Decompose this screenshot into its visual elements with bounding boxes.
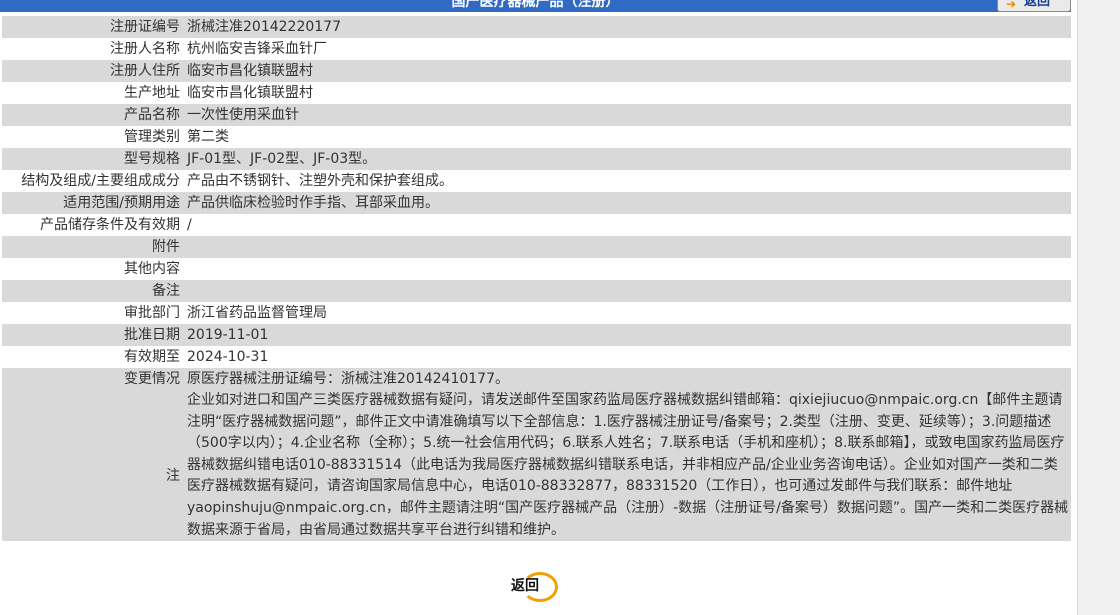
row-product-name: 产品名称 一次性使用采血针 <box>2 104 1071 126</box>
row-other: 其他内容 <box>2 258 1071 280</box>
row-value: 产品供临床检验时作手指、耳部采血用。 <box>183 192 1071 214</box>
row-value <box>183 258 1071 280</box>
row-label: 管理类别 <box>2 126 183 148</box>
row-model-spec: 型号规格 JF-01型、JF-02型、JF-03型。 <box>2 148 1071 170</box>
row-remark: 备注 <box>2 280 1071 302</box>
row-storage: 产品储存条件及有效期 / <box>2 214 1071 236</box>
page-scrollbar[interactable] <box>1077 0 1120 615</box>
row-label: 附件 <box>2 236 183 258</box>
row-production-address: 生产地址 临安市昌化镇联盟村 <box>2 82 1071 104</box>
row-registration-number: 注册证编号 浙械注准20142220177 <box>2 16 1071 38</box>
row-label: 注册人名称 <box>2 38 183 60</box>
row-intended-use: 适用范围/预期用途 产品供临床检验时作手指、耳部采血用。 <box>2 192 1071 214</box>
row-value: 产品由不锈钢针、注塑外壳和保护套组成。 <box>183 170 1071 192</box>
row-label: 产品名称 <box>2 104 183 126</box>
bottom-back-label: 返回 <box>511 578 539 594</box>
row-value: 一次性使用采血针 <box>183 104 1071 126</box>
row-value: 临安市昌化镇联盟村 <box>183 82 1071 104</box>
row-structure: 结构及组成/主要组成成分 产品由不锈钢针、注塑外壳和保护套组成。 <box>2 170 1071 192</box>
row-label: 适用范围/预期用途 <box>2 192 183 214</box>
row-label: 批准日期 <box>2 324 183 346</box>
row-label: 审批部门 <box>2 302 183 324</box>
row-value: 2019-11-01 <box>183 324 1071 346</box>
row-value <box>183 280 1071 302</box>
row-label: 生产地址 <box>2 82 183 104</box>
page-title: 国产医疗器械产品（注册） <box>451 0 620 10</box>
row-label: 有效期至 <box>2 346 183 368</box>
row-value: 杭州临安吉锋采血针厂 <box>183 38 1071 60</box>
bottom-back-button[interactable]: 返回 <box>510 572 560 602</box>
row-label: 产品储存条件及有效期 <box>2 214 183 236</box>
row-label: 结构及组成/主要组成成分 <box>2 170 183 192</box>
row-value: 第二类 <box>183 126 1071 148</box>
row-value <box>183 236 1071 258</box>
row-label: 变更情况 注 <box>2 368 183 542</box>
row-registrant-name: 注册人名称 杭州临安吉锋采血针厂 <box>2 38 1071 60</box>
back-arrow-icon: ➔ <box>1006 0 1017 11</box>
row-value: 2024-10-31 <box>183 346 1071 368</box>
note-text: 企业如对进口和国产三类医疗器械数据有疑问，请发送邮件至国家药监局医疗器械数据纠错… <box>183 390 1071 542</box>
change-label: 变更情况 <box>124 371 180 387</box>
row-change: 变更情况 注 原医疗器械注册证编号：浙械注准20142410177。 <box>2 368 1071 542</box>
row-attachment: 附件 <box>2 236 1071 258</box>
top-back-label: 返回 <box>1024 0 1051 9</box>
note-label: 注 <box>166 468 180 484</box>
row-label: 注册证编号 <box>2 16 183 38</box>
row-management-category: 管理类别 第二类 <box>2 126 1071 148</box>
top-back-button[interactable]: ➔ 返回 <box>997 0 1071 12</box>
row-label: 其他内容 <box>2 258 183 280</box>
row-value: JF-01型、JF-02型、JF-03型。 <box>183 148 1071 170</box>
row-registrant-address: 注册人住所 临安市昌化镇联盟村 <box>2 60 1071 82</box>
row-value: 原医疗器械注册证编号：浙械注准20142410177。 <box>183 368 1071 390</box>
row-value: 浙械注准20142220177 <box>183 16 1071 38</box>
row-value: 浙江省药品监督管理局 <box>183 302 1071 324</box>
note-label-spacer <box>2 390 180 465</box>
row-approval-date: 批准日期 2019-11-01 <box>2 324 1071 346</box>
header-bar: 国产医疗器械产品（注册） <box>0 0 1071 12</box>
row-valid-until: 有效期至 2024-10-31 <box>2 346 1071 368</box>
row-label: 注册人住所 <box>2 60 183 82</box>
row-label: 备注 <box>2 280 183 302</box>
detail-table: 注册证编号 浙械注准20142220177 注册人名称 杭州临安吉锋采血针厂 注… <box>2 16 1071 542</box>
row-value: 临安市昌化镇联盟村 <box>183 60 1071 82</box>
row-label: 型号规格 <box>2 148 183 170</box>
row-value: / <box>183 214 1071 236</box>
row-approval-dept: 审批部门 浙江省药品监督管理局 <box>2 302 1071 324</box>
